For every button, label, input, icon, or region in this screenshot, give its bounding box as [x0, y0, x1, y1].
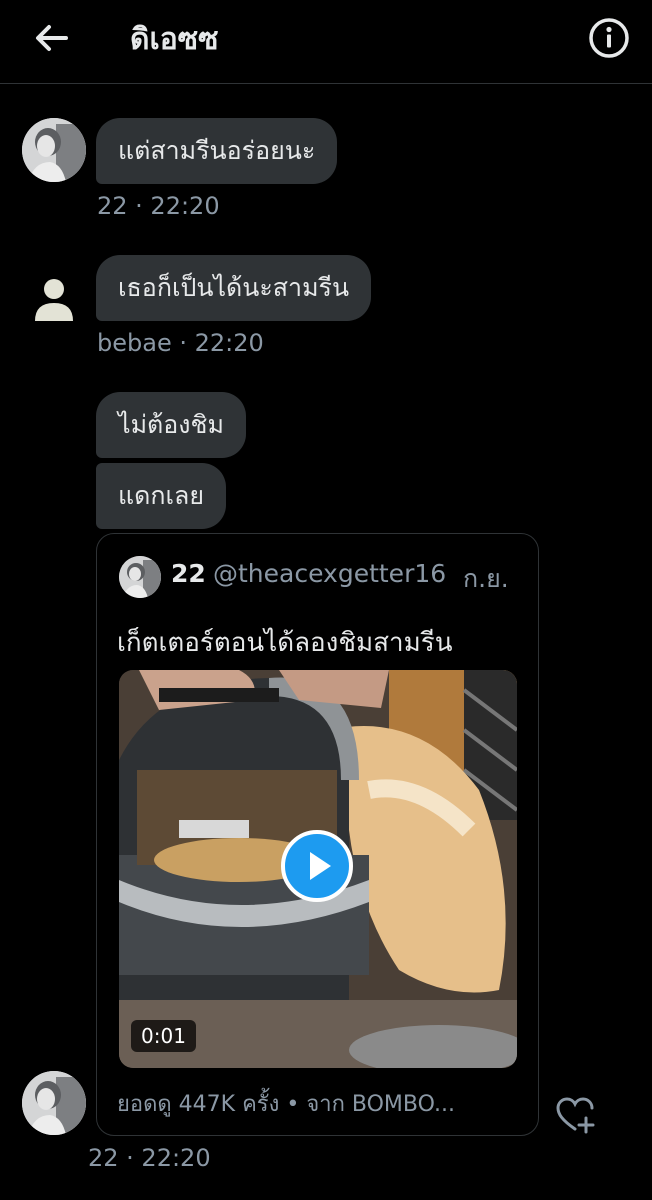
message-meta: bebae · 22:20 — [97, 329, 264, 357]
info-icon[interactable] — [588, 17, 630, 59]
video-view-count: ยอดดู 447K ครั้ง • จาก BOMBO... — [117, 1092, 455, 1117]
message-text: แดกเลย — [118, 481, 204, 510]
message-bubble[interactable]: แดกเลย — [96, 463, 226, 529]
conversation-header: ดิเอซซ — [0, 0, 652, 84]
back-arrow-icon[interactable] — [32, 18, 72, 58]
quoted-tweet-card[interactable]: 22 @theacexgetter16 ก.ย. เก็ตเตอร์ตอนได้… — [96, 533, 539, 1136]
default-avatar[interactable] — [22, 265, 86, 329]
sender-avatar[interactable] — [22, 1071, 86, 1135]
quoted-tweet-handle: @theacexgetter16 — [213, 559, 447, 588]
video-thumbnail[interactable]: 0:01 — [119, 670, 517, 1068]
heart-add-reaction-icon[interactable] — [554, 1094, 596, 1136]
quoted-tweet-date: ก.ย. — [463, 564, 509, 593]
message-text: แต่สามรีนอร่อยนะ — [118, 136, 316, 165]
sender-avatar[interactable] — [22, 118, 86, 182]
video-duration: 0:01 — [131, 1020, 196, 1052]
quoted-tweet-text: เก็ตเตอร์ตอนได้ลองชิมสามรีน — [117, 628, 453, 658]
message-bubble[interactable]: แต่สามรีนอร่อยนะ — [96, 118, 338, 184]
quoted-tweet-avatar — [119, 556, 161, 598]
play-button[interactable] — [281, 830, 353, 902]
message-text: เธอก็เป็นได้นะสามรีน — [118, 273, 350, 302]
message-meta: 22 · 22:20 — [97, 192, 220, 220]
message-bubble[interactable]: เธอก็เป็นได้นะสามรีน — [96, 255, 372, 321]
person-icon — [35, 279, 73, 321]
message-meta: 22 · 22:20 — [88, 1144, 211, 1172]
message-bubble[interactable]: ไม่ต้องชิม — [96, 392, 246, 458]
play-icon — [310, 852, 331, 880]
conversation-title: ดิเอซซ — [130, 22, 219, 57]
message-text: ไม่ต้องชิม — [118, 410, 224, 439]
quoted-tweet-author-name: 22 — [171, 559, 206, 588]
